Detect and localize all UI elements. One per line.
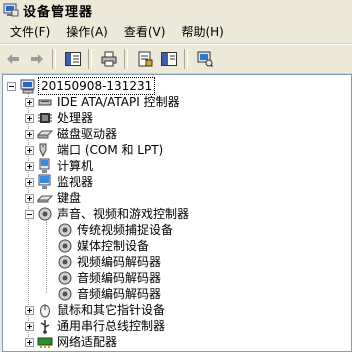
expand-icon[interactable] <box>25 161 34 171</box>
title-bar: 设备管理器 <box>0 0 352 20</box>
console-tree-button[interactable] <box>62 48 84 70</box>
tree-child-item[interactable]: 视频编码解码器 <box>57 254 161 270</box>
sound-device-icon <box>58 255 72 269</box>
tree-child-label[interactable]: 音频编码解码器 <box>77 270 161 286</box>
tree-child-label[interactable]: 媒体控制设备 <box>77 238 149 254</box>
help-icon <box>161 52 177 66</box>
sound-device-icon <box>58 287 72 301</box>
toolbar-separator <box>52 49 56 69</box>
window-title: 设备管理器 <box>23 4 94 20</box>
disk-drive-icon <box>37 130 53 139</box>
expand-icon[interactable] <box>25 129 34 139</box>
tree-item-label[interactable]: 磁盘驱动器 <box>57 126 117 142</box>
collapse-icon[interactable] <box>25 209 34 219</box>
scan-hardware-icon <box>197 51 213 67</box>
menu-file[interactable]: 文件(F) <box>0 21 58 43</box>
tree-item[interactable]: 监视器 <box>25 174 93 190</box>
processor-icon <box>38 113 52 123</box>
tree-item-label[interactable]: IDE ATA/ATAPI 控制器 <box>57 94 180 110</box>
tree-item[interactable]: 计算机 <box>25 158 93 174</box>
forward-icon <box>31 54 43 64</box>
tree-child-item[interactable]: 传统视频捕捉设备 <box>57 222 173 238</box>
properties-button[interactable] <box>134 48 156 70</box>
ide-controller-icon <box>38 99 52 106</box>
tree-item[interactable]: 通用串行总线控制器 <box>25 318 165 334</box>
tree-child-label[interactable]: 音频编码解码器 <box>77 286 161 302</box>
print-button[interactable] <box>98 48 120 70</box>
tree-child-label[interactable]: 视频编码解码器 <box>77 254 161 270</box>
computer-root-icon <box>20 79 35 94</box>
help-button[interactable] <box>158 48 180 70</box>
menu-view[interactable]: 查看(V) <box>116 21 174 43</box>
tree-root[interactable]: 20150908-131231 <box>7 77 156 95</box>
tree-item-label[interactable]: 声音、视频和游戏控制器 <box>57 206 189 222</box>
expand-icon[interactable] <box>25 337 34 347</box>
tree-item-label[interactable]: 端口 (COM 和 LPT) <box>57 142 163 158</box>
properties-icon <box>138 51 153 67</box>
tree-child-item[interactable]: 音频编码解码器 <box>57 270 161 286</box>
tree-child-item[interactable]: 媒体控制设备 <box>57 238 149 254</box>
tree-item-label[interactable]: 网络适配器 <box>57 334 117 350</box>
computer-icon <box>39 158 50 173</box>
port-icon <box>39 143 47 158</box>
sound-device-icon <box>58 271 72 285</box>
keyboard-icon <box>37 195 53 203</box>
show-hide-console-tree-icon <box>65 52 81 66</box>
collapse-icon[interactable] <box>7 81 16 91</box>
tree-item[interactable]: IDE ATA/ATAPI 控制器 <box>25 94 180 110</box>
tree-item-label[interactable]: 计算机 <box>57 158 93 174</box>
forward-button[interactable] <box>26 48 48 70</box>
print-icon <box>101 51 117 67</box>
device-manager-icon <box>3 3 19 17</box>
tree-item-label[interactable]: 鼠标和其它指针设备 <box>57 302 165 318</box>
tree-item[interactable]: 端口 (COM 和 LPT) <box>25 142 163 158</box>
back-button[interactable] <box>2 48 24 70</box>
expand-icon[interactable] <box>25 97 34 107</box>
mouse-icon <box>40 304 50 318</box>
toolbar-separator <box>184 49 188 69</box>
expand-icon[interactable] <box>25 145 34 155</box>
tree-item-label[interactable]: 处理器 <box>57 110 93 126</box>
tree-item[interactable]: 磁盘驱动器 <box>25 126 117 142</box>
toolbar <box>0 44 352 74</box>
tree-item-label[interactable]: 通用串行总线控制器 <box>57 318 165 334</box>
scan-hardware-button[interactable] <box>194 48 216 70</box>
tree-item-label[interactable]: 键盘 <box>57 190 81 206</box>
tree-item[interactable]: 鼠标和其它指针设备 <box>25 302 165 318</box>
tree-child-label[interactable]: 传统视频捕捉设备 <box>77 222 173 238</box>
tree-item-expanded[interactable]: 声音、视频和游戏控制器 <box>25 206 189 222</box>
tree-item[interactable]: 网络适配器 <box>25 334 117 350</box>
sound-device-icon <box>58 239 72 253</box>
menu-action[interactable]: 操作(A) <box>58 21 116 43</box>
expand-icon[interactable] <box>25 305 34 315</box>
tree-guide-line <box>46 221 48 293</box>
expand-icon[interactable] <box>25 193 34 203</box>
sound-icon <box>38 207 52 221</box>
back-icon <box>7 54 19 64</box>
usb-icon <box>40 320 50 334</box>
tree-item[interactable]: 处理器 <box>25 110 93 126</box>
root-label[interactable]: 20150908-131231 <box>38 77 156 95</box>
expand-icon[interactable] <box>25 113 34 123</box>
tree-item-label[interactable]: 监视器 <box>57 174 93 190</box>
menu-help[interactable]: 帮助(H) <box>173 21 231 43</box>
tree-item[interactable]: 键盘 <box>25 190 81 206</box>
monitor-icon <box>38 174 51 189</box>
device-tree[interactable]: 20150908-131231 IDE ATA/ATAPI 控制器 处理器 磁盘… <box>2 74 352 352</box>
toolbar-separator <box>124 49 128 69</box>
toolbar-separator <box>88 49 92 69</box>
tree-child-item[interactable]: 音频编码解码器 <box>57 286 161 302</box>
expand-icon[interactable] <box>25 177 34 187</box>
menu-bar: 文件(F) 操作(A) 查看(V) 帮助(H) <box>0 21 352 44</box>
sound-device-icon <box>58 223 72 237</box>
network-adapter-icon <box>37 337 53 348</box>
expand-icon[interactable] <box>25 321 34 331</box>
